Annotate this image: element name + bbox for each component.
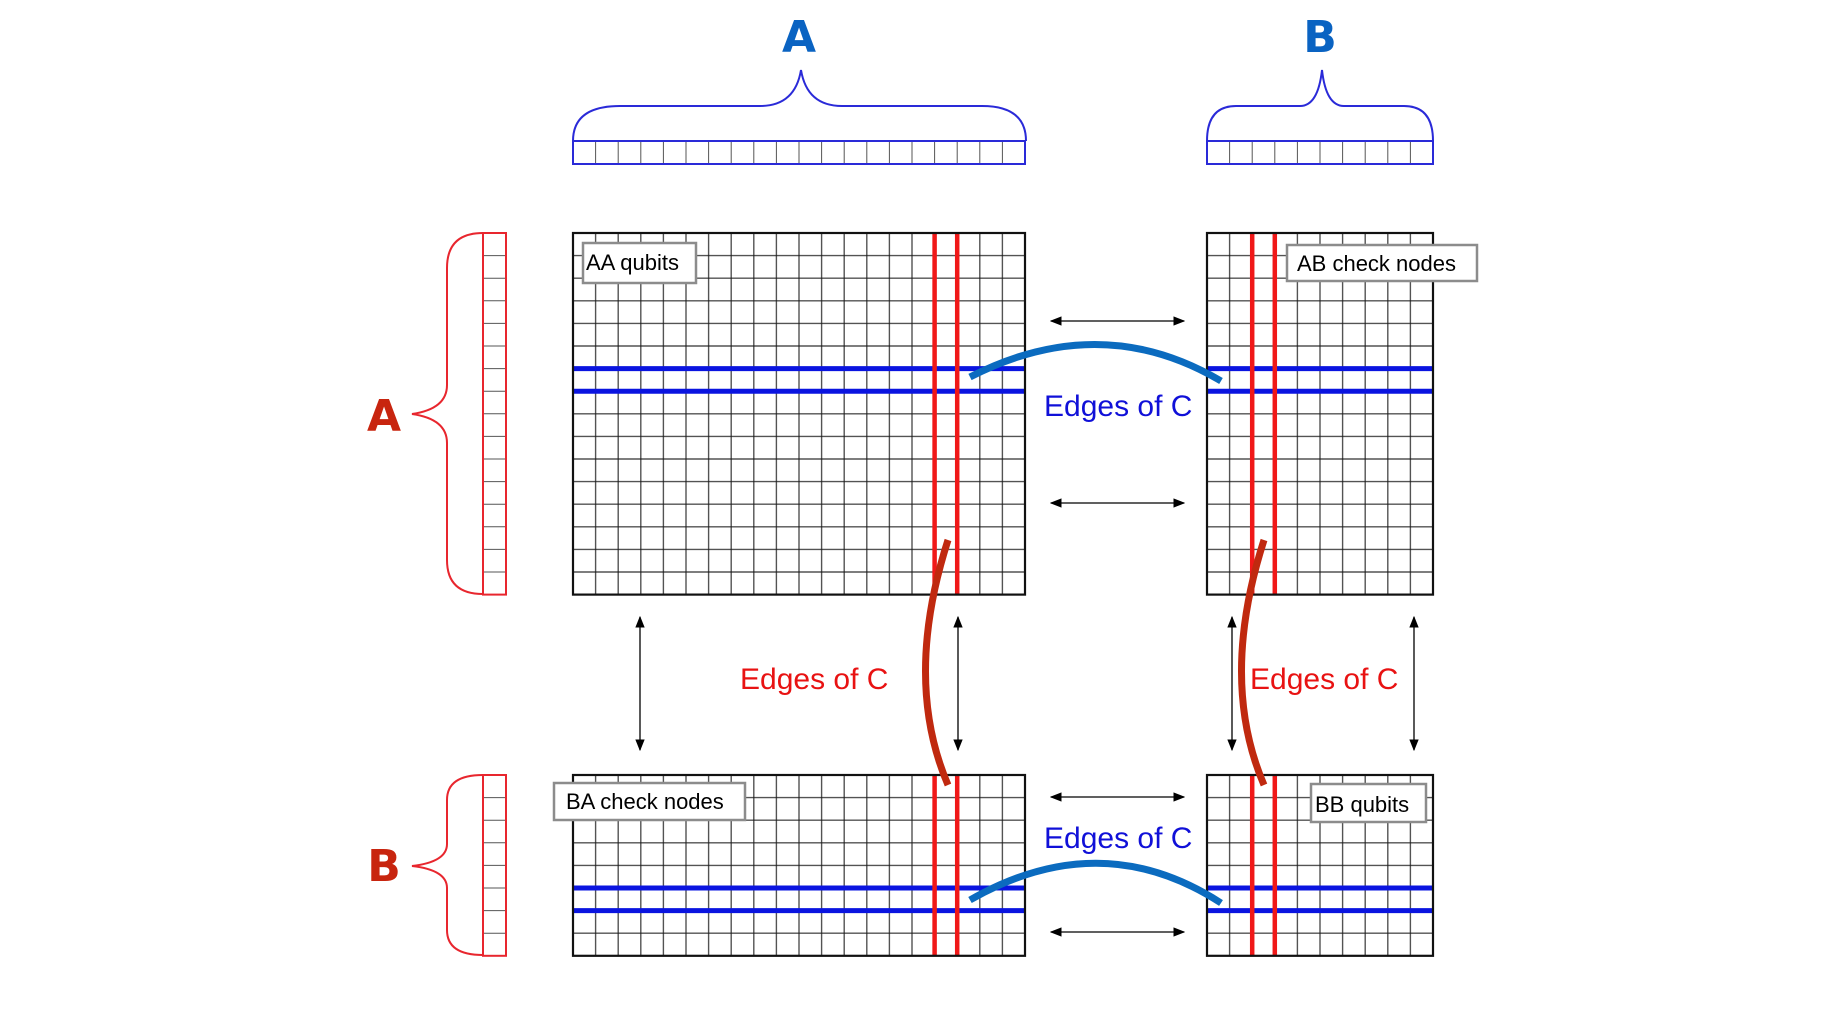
row-partition-label-b: B	[367, 841, 401, 892]
row-brace-a	[411, 232, 484, 595]
column-strip-b	[1206, 140, 1434, 165]
block-ab-grid	[1205, 231, 1435, 596]
row-partition-label-a: A	[367, 391, 401, 442]
column-strip-a	[572, 140, 1026, 165]
block-aa-grid	[571, 231, 1027, 596]
edge-label-left: Edges of C	[740, 663, 888, 696]
svg-text:BB qubits: BB qubits	[1315, 792, 1409, 817]
tanner-graph-block-diagram: A B A B AA qubits AB check nodes BA chec…	[367, 12, 1479, 957]
row-strip-b	[482, 774, 507, 957]
block-label-aa: AA qubits	[581, 241, 698, 285]
column-brace-a	[572, 69, 1027, 142]
row-strip-a	[482, 232, 507, 596]
edge-label-bottom: Edges of C	[1044, 822, 1192, 855]
edge-label-right: Edges of C	[1250, 663, 1398, 696]
row-brace-b	[411, 774, 484, 956]
edge-label-top: Edges of C	[1044, 390, 1192, 423]
svg-text:AA qubits: AA qubits	[586, 250, 679, 275]
svg-text:AB check nodes: AB check nodes	[1297, 251, 1456, 276]
column-partition-label-b: B	[1303, 12, 1337, 63]
svg-text:BA check nodes: BA check nodes	[566, 789, 724, 814]
block-label-ab: AB check nodes	[1285, 243, 1479, 283]
column-brace-b	[1206, 69, 1434, 142]
block-label-ba: BA check nodes	[552, 781, 747, 822]
block-label-bb: BB qubits	[1309, 782, 1428, 824]
column-partition-label-a: A	[782, 12, 816, 63]
